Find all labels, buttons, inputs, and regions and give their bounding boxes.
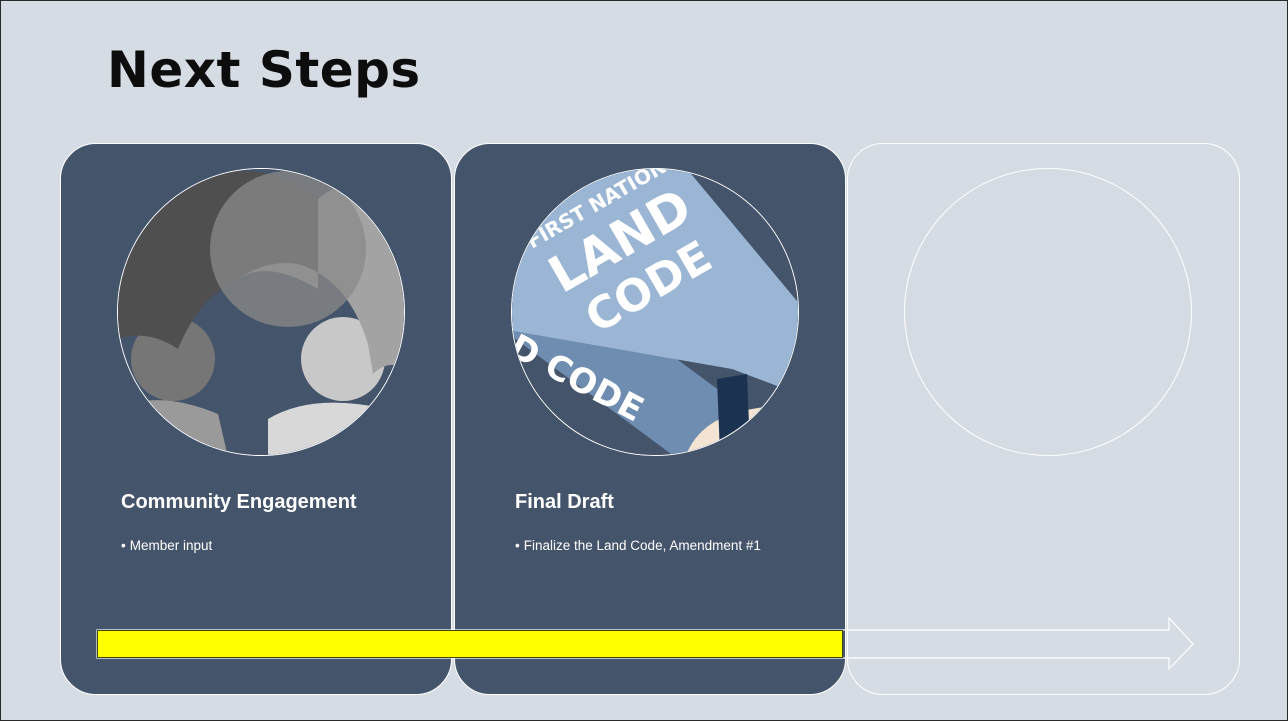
slide-title: Next Steps [107, 41, 421, 99]
step-card-community-engagement: Community Engagement • Member input [60, 143, 452, 695]
step-bullet: • Member input [121, 538, 213, 553]
step-card-final-draft: FIRST NATION LAND CODE D CODE Final Draf… [454, 143, 846, 695]
step-bullet: • Finalize the Land Code, Amendment #1 [515, 538, 761, 553]
step-title: Community Engagement [121, 491, 357, 513]
step-bullet-text: Finalize the Land Code, Amendment #1 [523, 538, 761, 553]
step-title: Final Draft [515, 491, 614, 513]
progress-bar [97, 630, 843, 658]
slide: Next Steps Community Engagement • Member … [0, 0, 1288, 721]
people-icon [117, 168, 405, 456]
step-bullet-text: Member input [129, 538, 213, 553]
step-card-placeholder [847, 143, 1240, 695]
placeholder-circle [904, 168, 1192, 456]
land-code-book-icon: FIRST NATION LAND CODE D CODE [511, 168, 799, 456]
